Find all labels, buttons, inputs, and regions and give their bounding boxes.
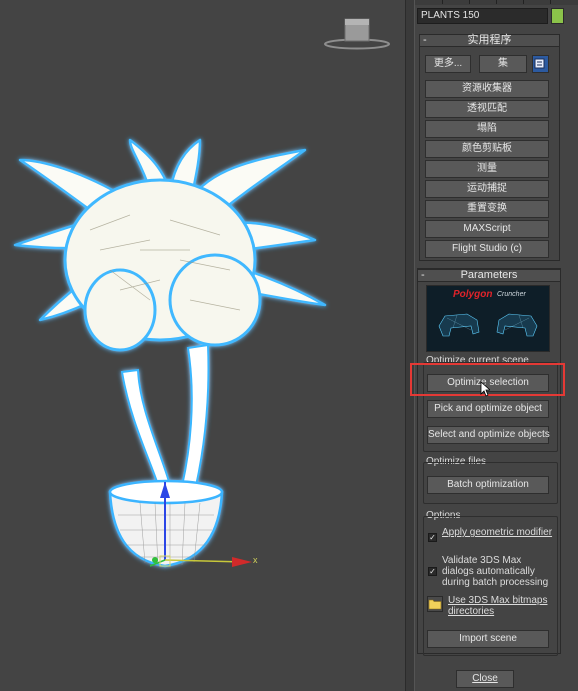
utility-button-measure[interactable]: 测量	[425, 160, 549, 178]
select-and-optimize-button[interactable]: Select and optimize objects	[427, 426, 550, 444]
utility-button-motion-capture[interactable]: 运动捕捉	[425, 180, 549, 198]
apply-modifier-label: Apply geometric modifier	[442, 527, 553, 538]
viewport[interactable]: x	[0, 0, 405, 691]
utility-button-color-clipboard[interactable]: 颜色剪贴板	[425, 140, 549, 158]
utility-button-flight-studio[interactable]: Flight Studio (c)	[425, 240, 549, 258]
apply-modifier-checkbox[interactable]: ✓	[428, 533, 437, 542]
utility-button-resource-collector[interactable]: 资源收集器	[425, 80, 549, 98]
gizmo-x-axis-label: x	[253, 555, 258, 565]
mouse-cursor-icon	[480, 381, 490, 397]
utility-button-perspective-match[interactable]: 透视匹配	[425, 100, 549, 118]
utilities-rollout-header[interactable]: - 实用程序	[419, 34, 560, 47]
command-panel: PLANTS 150 - 实用程序 更多... 集 资源收集器 透视匹配 塌陷 …	[410, 0, 578, 691]
validate-dialogs-label: Validate 3DS Max dialogs automatically d…	[442, 555, 549, 588]
sets-button[interactable]: 集	[479, 55, 527, 73]
logo-text-cruncher: Cruncher	[497, 291, 526, 298]
utility-button-collapse[interactable]: 塌陷	[425, 120, 549, 138]
validate-dialogs-checkbox[interactable]: ✓	[428, 567, 437, 576]
plant-model[interactable]	[13, 138, 327, 568]
close-button[interactable]: Close	[456, 670, 514, 688]
parameters-rollout-header[interactable]: - Parameters	[417, 269, 561, 282]
panel-divider[interactable]	[405, 0, 415, 691]
logo-text-polygon: Polygon	[453, 289, 493, 300]
utility-button-reset-xform[interactable]: 重置变换	[425, 200, 549, 218]
more-button[interactable]: 更多...	[425, 55, 471, 73]
object-name-field[interactable]: PLANTS 150	[417, 8, 548, 24]
import-scene-button[interactable]: Import scene	[427, 630, 549, 648]
tab-strip[interactable]	[415, 0, 578, 5]
bitmaps-directories-label: Use 3DS Max bitmaps directories	[448, 595, 548, 617]
polygon-cruncher-logo: Polygon Cruncher	[426, 285, 550, 352]
utility-button-maxscript[interactable]: MAXScript	[425, 220, 549, 238]
folder-icon[interactable]	[427, 596, 443, 612]
configure-button-sets-icon[interactable]	[532, 55, 549, 73]
batch-optimization-button[interactable]: Batch optimization	[427, 476, 549, 494]
object-color-swatch[interactable]	[551, 8, 564, 24]
pick-and-optimize-button[interactable]: Pick and optimize object	[427, 400, 549, 418]
viewcube-icon[interactable]	[324, 18, 390, 50]
